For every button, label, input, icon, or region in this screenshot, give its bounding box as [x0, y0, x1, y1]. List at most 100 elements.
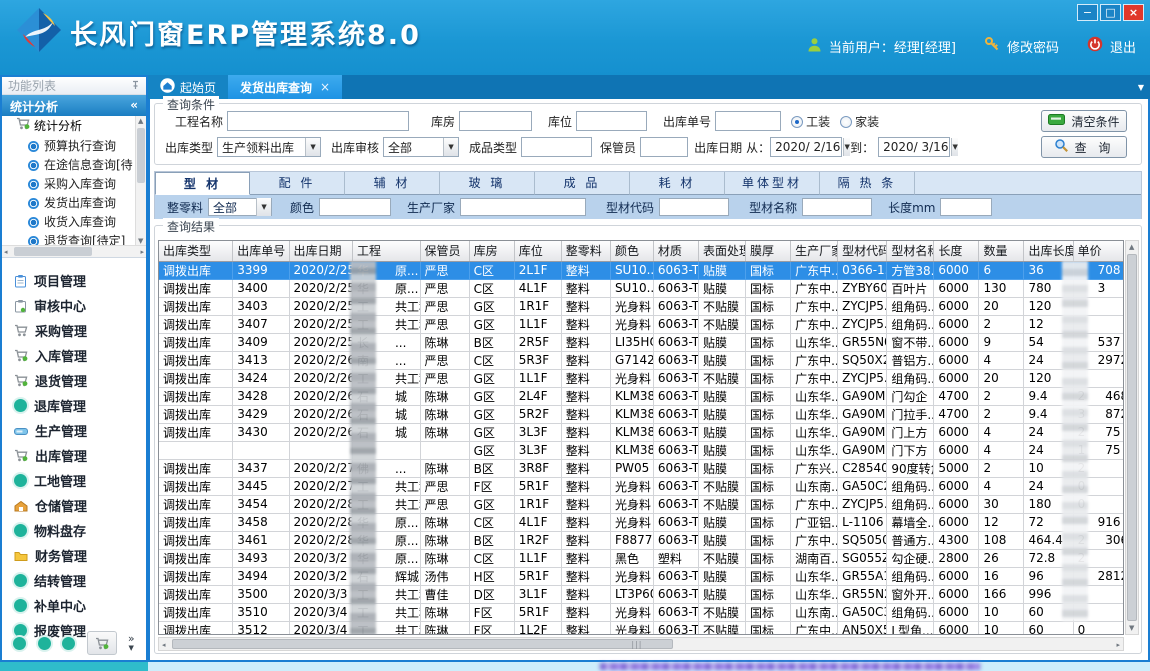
scroll-up-icon[interactable]: ▲ — [138, 117, 143, 125]
code-input[interactable] — [659, 198, 729, 216]
material-tab[interactable]: 辅 材 — [345, 172, 440, 195]
gongzhuang-radio[interactable] — [791, 116, 803, 128]
date-to-picker[interactable]: 2020/ 3/16 ▼ — [878, 137, 950, 157]
color-input[interactable] — [319, 198, 391, 216]
material-tab[interactable]: 单体型材 — [725, 172, 820, 195]
column-header[interactable]: 膜厚 — [746, 241, 791, 261]
horizontal-scrollbar[interactable]: ◂ ||| ▸ — [158, 637, 1124, 651]
change-password-link[interactable]: 修改密码 — [1007, 37, 1059, 56]
column-header[interactable]: 型材名称 — [887, 241, 934, 261]
tree-vertical-scrollbar[interactable]: ▲ ▼ — [135, 116, 146, 246]
project-name-input[interactable] — [227, 111, 409, 131]
column-header[interactable]: 整零料 — [561, 241, 610, 261]
close-button[interactable]: × — [1123, 4, 1144, 21]
tree-item[interactable]: 预算执行查询 — [2, 137, 146, 156]
tree-item[interactable]: 在途信息查询[待 — [2, 156, 146, 175]
scrollbar-thumb[interactable] — [137, 128, 145, 183]
material-tab[interactable]: 玻 璃 — [440, 172, 535, 195]
column-header[interactable]: 生产厂家 — [791, 241, 838, 261]
table-row[interactable]: 调拨出库35102020/3/4工共工程陈琳F区5R1F整料光身料6063-T5… — [159, 603, 1124, 621]
order-no-input[interactable] — [715, 111, 781, 131]
clear-conditions-button[interactable]: 清空条件 — [1041, 110, 1127, 132]
table-row[interactable]: 调拨出库35002020/3/3工共工程曹佳D区3L1F整料LT3P606063… — [159, 585, 1124, 603]
maker-input[interactable] — [460, 198, 586, 216]
location-input[interactable] — [576, 111, 647, 131]
sidebar-group[interactable]: 物料盘存 — [2, 518, 146, 543]
sidebar-group[interactable]: 仓储管理 — [2, 493, 146, 518]
scroll-up-icon[interactable]: ▲ — [1129, 243, 1134, 251]
pin-icon[interactable] — [131, 79, 140, 93]
scroll-right-icon[interactable]: ▸ — [140, 248, 144, 256]
tab-list-dropdown-icon[interactable]: ▼ — [1138, 83, 1144, 92]
tree-item[interactable]: 收货入库查询 — [2, 213, 146, 232]
column-header[interactable]: 出库单号 — [233, 241, 289, 261]
sidebar-group[interactable]: 工地管理 — [2, 468, 146, 493]
column-header[interactable]: 出库类型 — [159, 241, 233, 261]
collapse-icon[interactable]: « — [130, 98, 138, 113]
tree-item[interactable]: 发货出库查询 — [2, 194, 146, 213]
dot-icon[interactable] — [13, 637, 26, 650]
column-header[interactable]: 单价 — [1073, 241, 1124, 261]
column-header[interactable]: 保管员 — [420, 241, 469, 261]
sidebar-group[interactable]: 财务管理 — [2, 543, 146, 568]
sidebar-group[interactable]: 生产管理 — [2, 418, 146, 443]
table-row[interactable]: 调拨出库34582020/2/28华原...陈琳C区4L1F整料光身料6063-… — [159, 513, 1124, 531]
column-header[interactable]: 工程 — [352, 241, 420, 261]
sidebar-group[interactable]: 退货管理 — [2, 368, 146, 393]
date-from-picker[interactable]: 2020/ 2/16 ▼ — [770, 137, 842, 157]
scroll-right-icon[interactable]: ▸ — [1116, 641, 1120, 649]
scroll-down-icon[interactable]: ▼ — [1129, 624, 1134, 632]
table-row[interactable]: 调拨出库33992020/2/25华原...严思C区2L1F整料SU10...6… — [159, 261, 1124, 279]
scrollbar-thumb[interactable] — [1127, 254, 1137, 621]
column-header[interactable]: 型材代码 — [838, 241, 887, 261]
sidebar-group[interactable]: 结转管理 — [2, 568, 146, 593]
table-row[interactable]: 调拨出库34002020/2/25华原...严思C区4L1F整料SU10...6… — [159, 279, 1124, 297]
more-icon[interactable]: »▼ — [128, 635, 135, 652]
table-row[interactable]: 调拨出库34452020/2/27工共工程严思F区5R1F整料光身料6063-T… — [159, 477, 1124, 495]
table-row[interactable]: G区3L3F整料KLM38176063-T5贴膜国标山东华...GA90M09.… — [159, 441, 1124, 459]
table-row[interactable]: 调拨出库34302020/2/26石城陈琳G区3L3F整料KLM38176063… — [159, 423, 1124, 441]
table-row[interactable]: 调拨出库34612020/2/28华原...陈琳B区1R2F整料F8877FT6… — [159, 531, 1124, 549]
maximize-button[interactable]: □ — [1100, 4, 1121, 21]
scroll-left-icon[interactable]: ◂ — [4, 248, 8, 256]
whole-combo[interactable]: 全部 ▼ — [208, 198, 272, 216]
vertical-scrollbar[interactable]: ▲ ▼ — [1125, 240, 1139, 635]
tab-close-icon[interactable]: × — [320, 80, 330, 94]
column-header[interactable]: 颜色 — [610, 241, 653, 261]
scrollbar-thumb[interactable] — [14, 247, 92, 256]
column-header[interactable]: 库房 — [469, 241, 514, 261]
sidebar-group[interactable]: 退库管理 — [2, 393, 146, 418]
keeper-input[interactable] — [640, 137, 688, 157]
logout-link[interactable]: 退出 — [1110, 37, 1136, 56]
sidebar-group[interactable]: 入库管理 — [2, 343, 146, 368]
material-tab[interactable]: 耗 材 — [630, 172, 725, 195]
table-row[interactable]: 调拨出库34542020/2/28工共工程严思G区1R1F整料光身料6063-T… — [159, 495, 1124, 513]
tree-horizontal-scrollbar[interactable]: ◂ ▸ — [2, 245, 146, 257]
warehouse-input[interactable] — [459, 111, 532, 131]
product-type-input[interactable] — [521, 137, 592, 157]
sidebar-group[interactable]: 出库管理 — [2, 443, 146, 468]
material-tab[interactable]: 成 品 — [535, 172, 630, 195]
dot-icon[interactable] — [62, 637, 75, 650]
column-header[interactable]: 数量 — [979, 241, 1024, 261]
splitter-grip[interactable]: ||| — [631, 640, 642, 649]
sidebar-group[interactable]: 审核中心 — [2, 293, 146, 318]
search-button[interactable]: 查 询 — [1041, 136, 1127, 158]
table-row[interactable]: 调拨出库34032020/2/25工共工程严思G区1R1F整料光身料6063-T… — [159, 297, 1124, 315]
table-row[interactable]: 调拨出库34932020/3/2华原...陈琳C区1L1F整料黑色塑料不贴膜国标… — [159, 549, 1124, 567]
name-input[interactable] — [802, 198, 872, 216]
table-row[interactable]: 调拨出库34092020/2/25长...陈琳B区2R5F整料LI35HO606… — [159, 333, 1124, 351]
column-header[interactable]: 库位 — [514, 241, 561, 261]
column-header[interactable]: 出库长度 — [1024, 241, 1073, 261]
sidebar-group[interactable]: 采购管理 — [2, 318, 146, 343]
length-input[interactable] — [940, 198, 992, 216]
column-header[interactable]: 材质 — [653, 241, 698, 261]
section-header[interactable]: 统计分析 « — [2, 95, 146, 116]
table-row[interactable]: 调拨出库34132020/2/26南...严思C区5R3F整料G71422606… — [159, 351, 1124, 369]
material-tab[interactable]: 隔 热 条 — [820, 172, 915, 195]
material-tab[interactable]: 型 材 — [155, 172, 250, 195]
table-row[interactable]: 调拨出库34242020/2/26工共工程严思G区1L1F整料光身料6063-T… — [159, 369, 1124, 387]
table-row[interactable]: 调拨出库34372020/2/27佛...陈琳B区3R8F整料PW056063-… — [159, 459, 1124, 477]
scroll-down-icon[interactable]: ▼ — [138, 237, 143, 245]
tree-item[interactable]: 采购入库查询 — [2, 175, 146, 194]
